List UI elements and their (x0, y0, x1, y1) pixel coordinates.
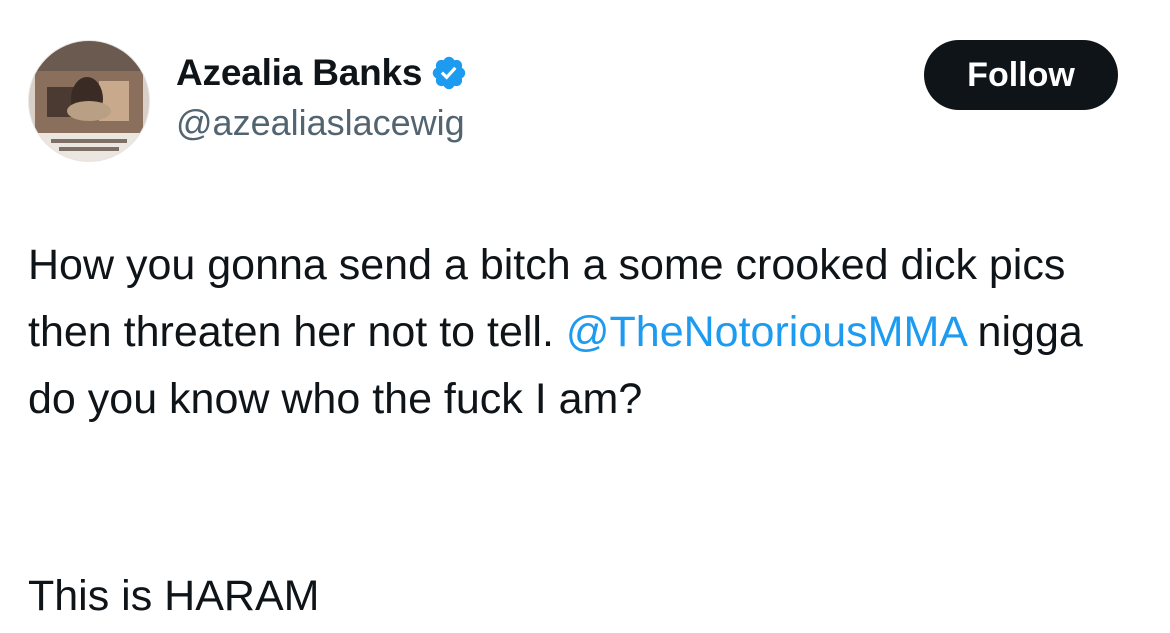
verified-badge-icon (430, 54, 468, 92)
avatar-image (29, 41, 149, 161)
tweet-header: Azealia Banks @azealiaslacewig Follow (28, 40, 1128, 164)
author-names: Azealia Banks @azealiaslacewig (176, 50, 468, 144)
follow-button[interactable]: Follow (924, 40, 1118, 110)
tweet-text: How you gonna send a bitch a some crooke… (28, 232, 1128, 433)
display-name-row: Azealia Banks (176, 50, 468, 96)
mention-link[interactable]: @TheNotoriousMMA (566, 308, 966, 356)
author-display-name[interactable]: Azealia Banks (176, 52, 422, 94)
tweet-paragraph: How you gonna send a bitch a some crooke… (28, 232, 1128, 433)
tweet-card: Azealia Banks @azealiaslacewig Follow Ho… (0, 0, 1170, 633)
author-handle[interactable]: @azealiaslacewig (176, 102, 468, 144)
tweet-closing-line: This is HARAM (28, 572, 320, 620)
author-avatar[interactable] (28, 40, 150, 162)
